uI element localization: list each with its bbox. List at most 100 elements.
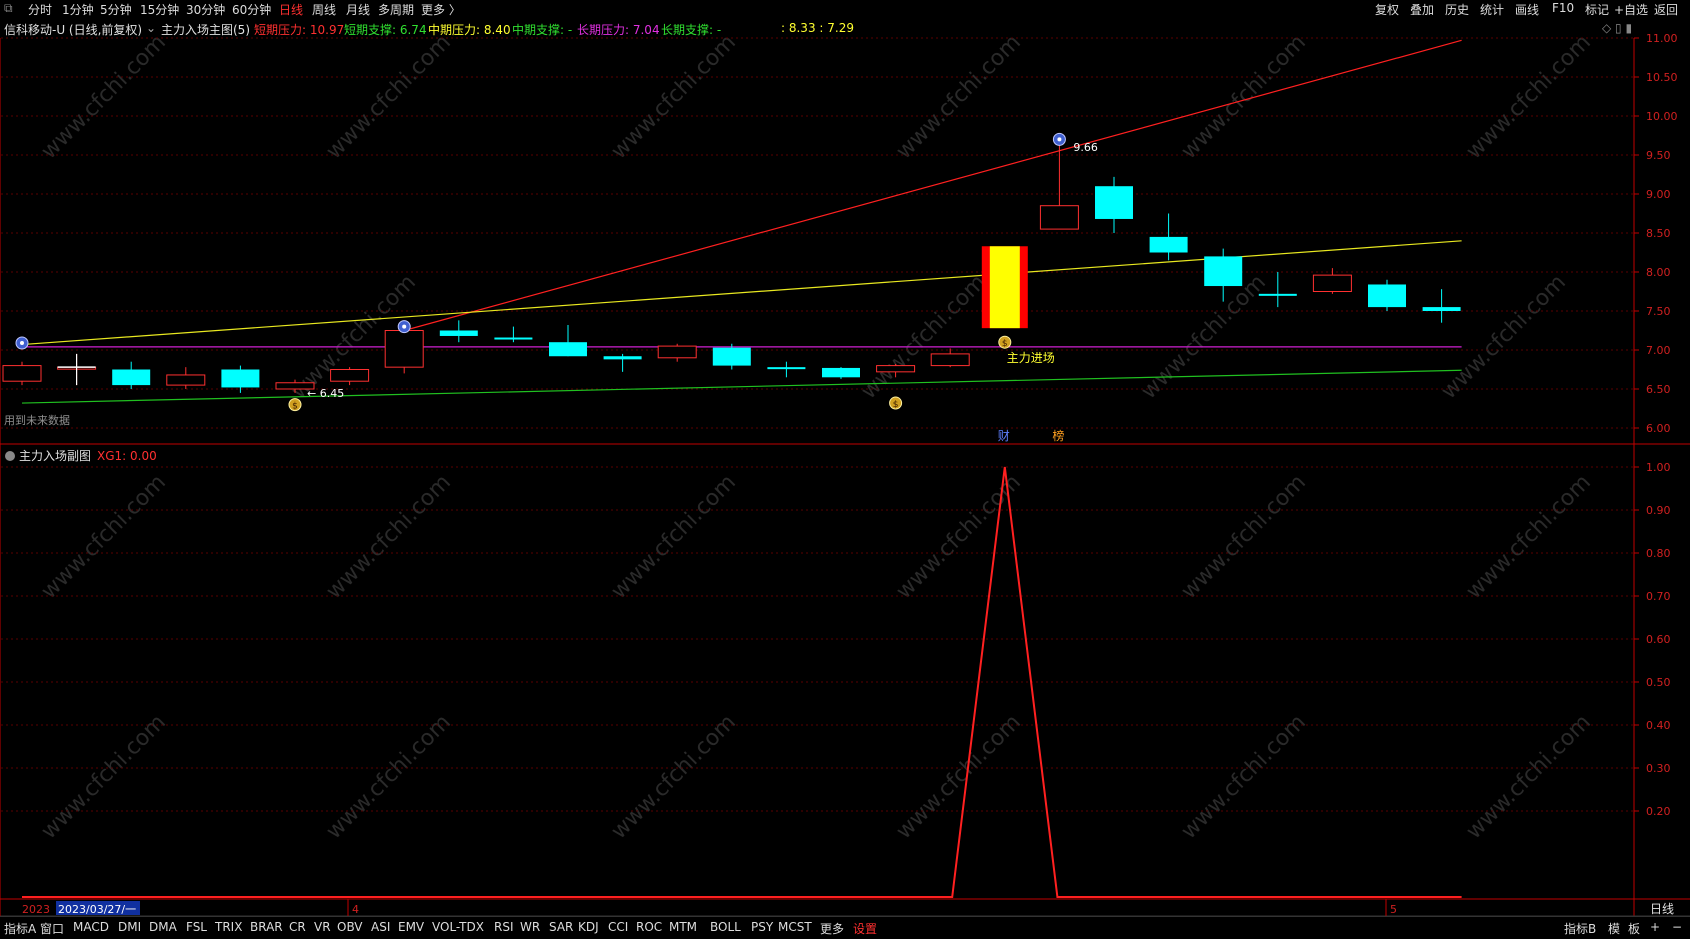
candle-body [1095,186,1133,219]
candle-body [1422,307,1461,311]
indicator-tab-7[interactable]: BRAR [250,920,283,934]
indicator-tab-15[interactable]: WR [520,920,540,934]
candle-3 [166,367,206,389]
candle-body [767,367,806,370]
candle-6 [330,367,370,386]
candle-10 [549,325,587,357]
bottom-right-0[interactable]: 指标B [1564,920,1596,937]
main-ytick-label: 7.00 [1646,344,1671,357]
watermark-text: www.cfchi.com [1177,710,1311,844]
indicator-tab-0[interactable]: 指标A [4,920,36,937]
sub-ytick-label: 0.20 [1646,805,1671,818]
chart-canvas: www.cfchi.com www.cfchi.com www.cfchi.com w… [0,30,1690,917]
candle-19 [1039,142,1079,230]
watermark-text: www.cfchi.com [607,710,741,844]
main-ytick-label: 10.50 [1646,71,1678,84]
indicator-tab-12[interactable]: EMV [398,920,424,934]
candle-0 [2,361,42,386]
sub-ytick-label: 0.90 [1646,504,1671,517]
x-year-label: 2023 [22,903,50,916]
candle-body [330,369,370,382]
candle-14 [767,361,806,378]
candle-13 [712,343,751,370]
indicator-tab-24[interactable]: 更多 [820,920,844,937]
indicator-tab-8[interactable]: CR [289,920,306,934]
indicator-tab-3[interactable]: DMI [118,920,141,934]
candle-2 [112,361,151,389]
watermark-text: www.cfchi.com [1462,710,1596,844]
sub-toggle-icon [5,451,15,461]
bottom-right-1[interactable]: 模 [1608,920,1620,937]
indicator-tab-14[interactable]: RSI [494,920,514,934]
indicator-tab-19[interactable]: ROC [636,920,662,934]
sub-ytick-label: 1.00 [1646,461,1671,474]
indicator-tab-9[interactable]: VR [314,920,331,934]
indicator-tab-2[interactable]: MACD [73,920,109,934]
indicator-tab-4[interactable]: DMA [149,920,177,934]
main-ytick-label: 9.50 [1646,149,1671,162]
watermark-text: www.cfchi.com [892,30,1026,164]
indicator-tab-11[interactable]: ASI [371,920,390,934]
future-data-note: 用到未来数据 [4,413,70,427]
watermark-text: www.cfchi.com [322,710,456,844]
watermark-text: www.cfchi.com [1462,470,1596,604]
candle-26 [1422,289,1461,323]
candle-15 [822,367,860,379]
candle-12 [657,343,697,362]
indicator-tab-25[interactable]: 设置 [853,920,877,937]
indicator-tab-10[interactable]: OBV [337,920,363,934]
sub-ytick-label: 0.70 [1646,590,1671,603]
bottom-right-2[interactable]: 板 [1628,920,1640,937]
indicator-tab-21[interactable]: BOLL [710,920,741,934]
indicator-tab-13[interactable]: VOL-TDX [432,920,484,934]
main-ytick-label: 8.50 [1646,227,1671,240]
candle-body [1368,284,1406,308]
candle-body [1039,205,1079,230]
candle-body [603,356,642,360]
candle-17 [930,348,970,368]
indicator-tab-22[interactable]: PSY [751,920,773,934]
main-ytick-label: 6.50 [1646,383,1671,396]
watermark-text: www.cfchi.com [1177,470,1311,604]
sub-ytick-label: 0.30 [1646,762,1671,775]
watermark-text: www.cfchi.com [1437,270,1571,404]
bottom-indicator-bar: 指标A 窗口 MACD DMI DMA FSL TRIX BRAR CR VR OBV ASI EMV V… [0,916,1690,939]
indicator-tab-17[interactable]: KDJ [578,920,599,934]
candle-body [166,374,206,386]
signal-marker-icon-dot [1057,137,1062,142]
candle-8 [439,320,478,343]
indicator-tab-5[interactable]: FSL [186,920,207,934]
signal-marker-icon-dot [402,324,407,329]
main-ytick-label: 9.00 [1646,188,1671,201]
x-month-label: 5 [1390,903,1397,916]
bottom-right-4[interactable]: − [1672,920,1682,934]
x-date-label: 2023/03/27/一 [58,903,136,916]
entry-label: 主力进场 [1007,351,1055,365]
candle-body [549,342,587,357]
trend-line-0 [404,39,1462,332]
indicator-tab-23[interactable]: MCST [778,920,812,934]
candle-body [384,330,424,368]
candle-25 [1368,279,1406,311]
candle-body [1258,293,1297,296]
indicator-tab-16[interactable]: SAR [549,920,573,934]
sub-ytick-label: 0.60 [1646,633,1671,646]
watermark-text: www.cfchi.com [892,710,1026,844]
candle-18 [981,246,1028,329]
indicator-tab-18[interactable]: CCI [608,920,628,934]
indicator-tab-1[interactable]: 窗口 [40,920,64,937]
watermark-text: www.cfchi.com [1462,30,1596,164]
sub-chart-value: XG1: 0.00 [97,449,157,463]
main-ytick-label: 7.50 [1646,305,1671,318]
candle-body [2,365,42,382]
candle-body [112,369,151,386]
watermark-text: www.cfchi.com [607,30,741,164]
money-bag-icon-glyph: $ [1002,339,1008,349]
watermark-text: www.cfchi.com [607,470,741,604]
indicator-tab-20[interactable]: MTM [669,920,697,934]
bottom-right-3[interactable]: + [1650,920,1660,934]
money-bag-icon-glyph: $ [292,402,298,412]
indicator-tab-6[interactable]: TRIX [215,920,242,934]
candle-21 [1149,213,1188,261]
x-month-label: 4 [352,903,359,916]
